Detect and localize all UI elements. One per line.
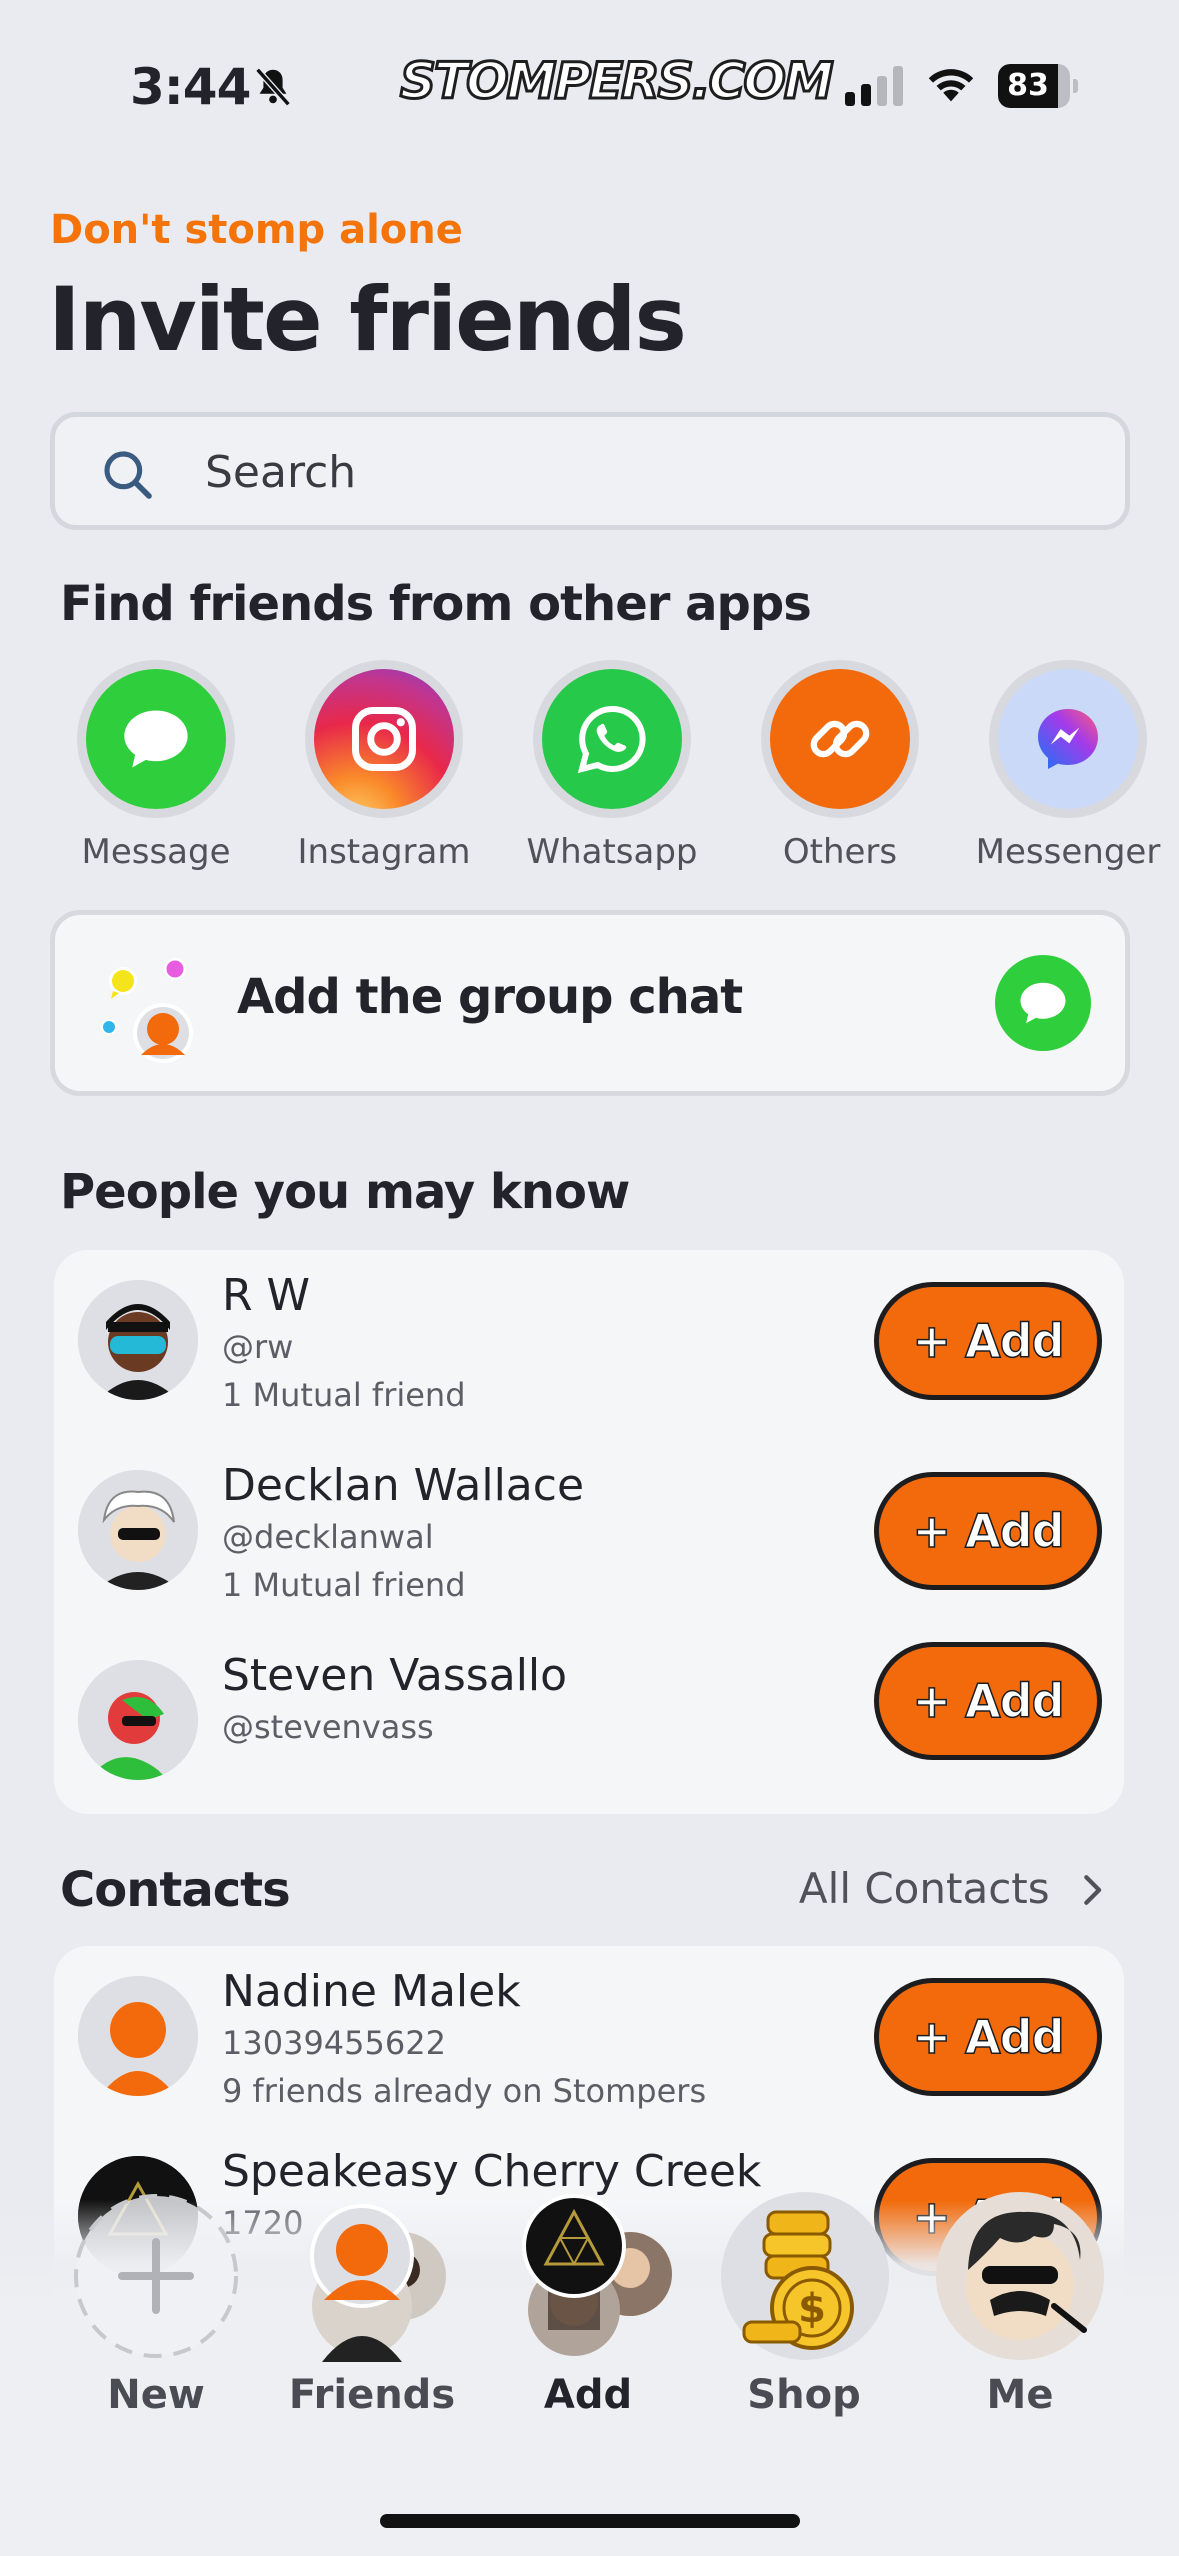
status-time: 3:44	[130, 58, 251, 116]
add-friend-button[interactable]: + Add	[874, 1472, 1102, 1590]
chevron-right-icon	[1084, 1875, 1102, 1905]
page-title: Invite friends	[48, 268, 687, 371]
link-icon	[810, 720, 870, 758]
contact-name: Nadine Malek	[222, 1966, 521, 2017]
app-label: Whatsapp	[526, 832, 698, 872]
contact-phone: 13039455622	[222, 2024, 446, 2062]
apps-row: Message Instagram Whatsapp Others Messen…	[0, 660, 1179, 880]
bell-muted-icon	[255, 67, 291, 107]
app-messenger[interactable]: Messenger	[968, 660, 1168, 872]
people-section-title: People you may know	[60, 1164, 630, 1220]
list-item: Steven Vassallo @stevenvass + Add	[54, 1630, 1124, 1810]
battery-icon: 83	[998, 64, 1078, 108]
contacts-section-title: Contacts	[60, 1862, 291, 1918]
group-chat-label: Add the group chat	[237, 969, 743, 1025]
coins-icon: $	[721, 2192, 889, 2360]
avatar	[78, 1660, 198, 1780]
profile-avatar-icon	[936, 2192, 1104, 2360]
add-contact-button[interactable]: + Add	[874, 1978, 1102, 2096]
all-contacts-link[interactable]: All Contacts	[799, 1864, 1109, 1913]
person-mutual: 1 Mutual friend	[222, 1566, 466, 1604]
apps-section-title: Find friends from other apps	[60, 576, 812, 632]
person-name: Decklan Wallace	[222, 1460, 585, 1511]
app-message[interactable]: Message	[56, 660, 256, 872]
nav-label: Add	[543, 2372, 633, 2418]
wifi-icon	[928, 69, 974, 102]
avatar	[78, 1280, 198, 1400]
person-mutual: 1 Mutual friend	[222, 1376, 466, 1414]
home-indicator	[380, 2514, 800, 2528]
list-item: Nadine Malek 13039455622 9 friends alrea…	[54, 1946, 1124, 2126]
app-label: Instagram	[297, 832, 471, 872]
plus-icon	[74, 2194, 238, 2358]
signal-icon	[845, 66, 903, 106]
app-whatsapp[interactable]: Whatsapp	[512, 660, 712, 872]
person-name: R W	[222, 1270, 311, 1321]
svg-text:$: $	[798, 2286, 826, 2332]
friends-avatars-icon	[310, 2204, 446, 2362]
whatsapp-icon	[577, 705, 646, 774]
person-handle: @decklanwal	[222, 1518, 434, 1556]
message-bubble-icon	[124, 710, 188, 768]
brand-logo: STOMPERS.COM	[399, 51, 836, 112]
avatar	[78, 1976, 198, 2096]
group-chat-button[interactable]	[995, 955, 1091, 1051]
avatar	[78, 1470, 198, 1590]
add-avatars-icon	[522, 2194, 672, 2356]
battery-level: 83	[1007, 68, 1049, 103]
group-chat-card[interactable]: Add the group chat	[50, 910, 1130, 1096]
search-bar[interactable]	[50, 412, 1130, 530]
search-icon	[104, 451, 152, 499]
app-label: Others	[782, 832, 898, 872]
add-friend-button[interactable]: + Add	[874, 1282, 1102, 1400]
group-avatars-icon	[101, 958, 193, 1063]
search-input[interactable]	[205, 439, 1085, 505]
app-label: Messenger	[975, 832, 1161, 872]
list-item: Decklan Wallace @decklanwal 1 Mutual fri…	[54, 1440, 1124, 1620]
nav-label: New	[107, 2372, 205, 2418]
instagram-icon	[352, 707, 416, 771]
nav-label: Shop	[747, 2372, 861, 2418]
app-label: Message	[81, 832, 231, 872]
person-handle: @stevenvass	[222, 1708, 434, 1746]
messenger-icon	[1038, 709, 1098, 769]
people-card: R W @rw 1 Mutual friend + Add Decklan Wa…	[54, 1250, 1124, 1814]
app-others[interactable]: Others	[740, 660, 940, 872]
add-friend-button[interactable]: + Add	[874, 1642, 1102, 1760]
message-bubble-icon	[1020, 982, 1066, 1024]
nav-label: Me	[986, 2372, 1054, 2418]
person-handle: @rw	[222, 1328, 294, 1366]
header-kicker: Don't stomp alone	[50, 207, 463, 253]
person-name: Steven Vassallo	[222, 1650, 568, 1701]
nav-label: Friends	[288, 2372, 456, 2418]
list-item: R W @rw 1 Mutual friend + Add	[54, 1250, 1124, 1430]
app-instagram[interactable]: Instagram	[284, 660, 484, 872]
all-contacts-label: All Contacts	[798, 1864, 1050, 1913]
contact-note: 9 friends already on Stompers	[222, 2072, 707, 2110]
